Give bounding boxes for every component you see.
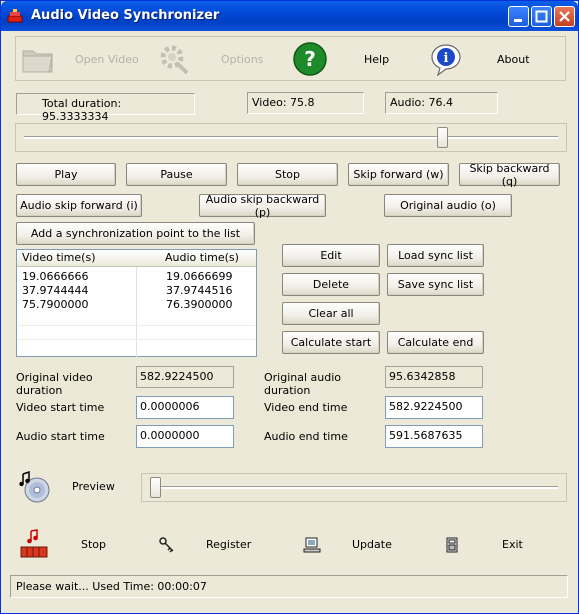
preview-slider-thumb[interactable] [150,477,161,498]
audio-start-time-label: Audio start time [15,429,130,446]
app-window: Audio Video Synchronizer Open Video Opti… [0,0,579,614]
open-video-button[interactable]: Open Video [75,53,139,66]
close-button[interactable] [554,6,575,27]
original-audio-button[interactable]: Original audio (o) [384,194,512,217]
position-slider[interactable] [15,123,567,152]
cd-music-icon[interactable] [17,470,51,504]
calculate-start-button[interactable]: Calculate start [282,331,380,354]
delete-button[interactable]: Delete [282,273,380,296]
total-duration-display: Total duration: 95.3333334 [16,93,195,123]
preview-label: Preview [72,480,115,493]
stop-music-icon[interactable] [19,529,49,559]
preview-slider-track [150,486,558,489]
stop-button[interactable]: Stop [237,163,338,186]
audio-skip-forward-button[interactable]: Audio skip forward (i) [16,194,142,217]
exit-button[interactable]: Exit [502,538,523,551]
svg-text:i: i [444,51,449,66]
add-sync-point-button[interactable]: Add a synchronization point to the list [16,222,255,245]
column-header-audio-time[interactable]: Audio time(s) [137,250,256,267]
clear-all-button[interactable]: Clear all [282,302,380,325]
sync-point-list[interactable]: Video time(s) Audio time(s) 19.0666666 1… [16,249,257,357]
list-item[interactable]: 37.9744444 37.9744516 [17,284,257,297]
app-icon [7,9,23,23]
calculate-end-button[interactable]: Calculate end [387,331,484,354]
skip-backward-button[interactable]: Skip backward (q) [459,162,560,188]
audio-time-cell: 19.0666699 [166,270,233,283]
original-audio-duration-label: Original audio duration [263,370,381,397]
edit-button[interactable]: Edit [282,244,380,267]
minimize-button[interactable] [508,6,529,27]
pause-button[interactable]: Pause [126,163,227,186]
position-slider-track [24,136,558,139]
grid-line [18,339,255,340]
position-slider-thumb[interactable] [437,127,449,148]
audio-time-cell: 76.3900000 [166,298,233,311]
maximize-icon [535,10,548,23]
video-start-time-input[interactable]: 0.0000006 [136,396,234,419]
register-icon[interactable] [158,536,176,554]
column-header-video-time[interactable]: Video time(s) [17,250,137,267]
close-icon [559,11,570,22]
options-button[interactable]: Options [221,53,263,66]
save-sync-list-button[interactable]: Save sync list [387,273,484,296]
update-button[interactable]: Update [352,538,392,551]
audio-end-time-input[interactable]: 591.5687635 [385,425,483,448]
video-end-time-label: Video end time [263,400,381,417]
video-start-time-label: Video start time [15,400,130,417]
bottom-stop-button[interactable]: Stop [81,538,106,551]
window-title: Audio Video Synchronizer [31,8,220,23]
list-item[interactable]: 19.0666666 19.0666699 [17,270,257,283]
exit-door-icon[interactable] [445,537,459,553]
svg-text:?: ? [304,47,316,71]
skip-forward-button[interactable]: Skip forward (w) [348,163,449,186]
original-video-duration-value: 582.9224500 [136,366,234,388]
video-duration-display: Video: 75.8 [247,92,364,114]
minimize-icon [514,19,522,22]
register-button[interactable]: Register [206,538,251,551]
help-button[interactable]: Help [364,53,389,66]
maximize-button[interactable] [531,6,552,27]
grid-line [18,325,255,326]
video-end-time-input[interactable]: 582.9224500 [385,396,483,419]
video-time-cell: 19.0666666 [22,270,89,283]
list-item[interactable]: 75.7900000 76.3900000 [17,298,257,311]
video-time-cell: 75.7900000 [22,298,89,311]
audio-skip-backward-button[interactable]: Audio skip backward (p) [199,193,326,219]
audio-duration-display: Audio: 76.4 [385,92,498,114]
audio-start-time-input[interactable]: 0.0000000 [136,425,234,448]
help-icon[interactable]: ? [292,41,328,77]
original-audio-duration-value: 95.6342858 [385,366,483,388]
title-bar: Audio Video Synchronizer [1,1,578,31]
video-time-cell: 37.9744444 [22,284,89,297]
about-button[interactable]: About [497,53,530,66]
load-sync-list-button[interactable]: Load sync list [387,244,484,267]
original-video-duration-label: Original video duration [15,370,130,397]
preview-slider[interactable] [141,473,567,502]
computer-icon[interactable] [303,536,321,554]
play-button[interactable]: Play [16,163,116,186]
audio-time-cell: 37.9744516 [166,284,233,297]
info-icon[interactable]: i [428,41,464,77]
status-bar: Please wait... Used Time: 00:00:07 [10,575,568,598]
options-icon[interactable] [155,41,191,77]
folder-icon[interactable] [21,43,55,75]
audio-end-time-label: Audio end time [263,429,381,446]
